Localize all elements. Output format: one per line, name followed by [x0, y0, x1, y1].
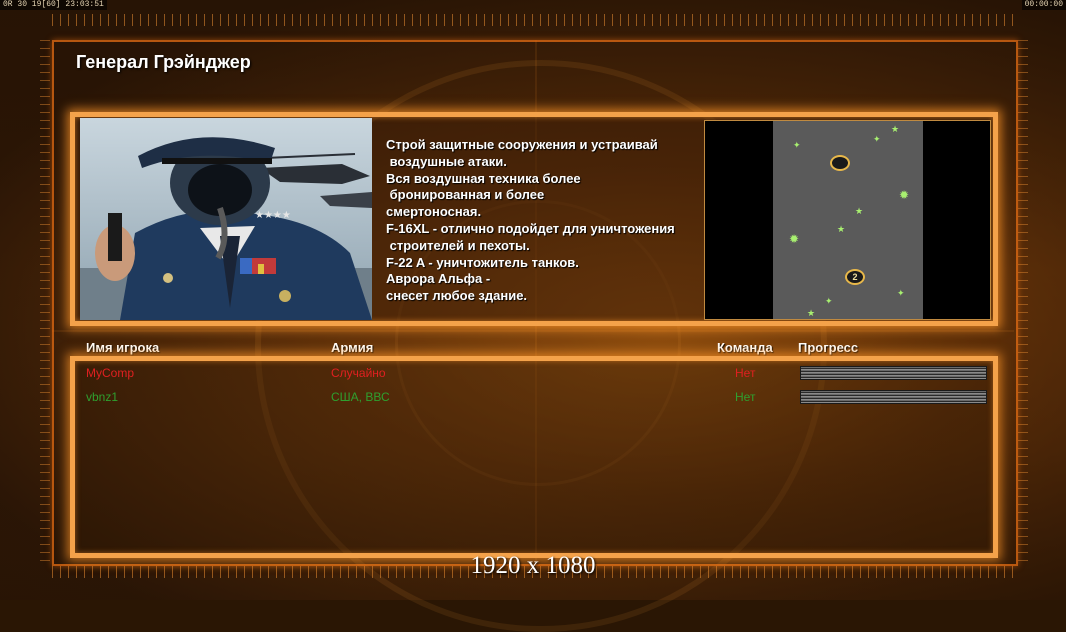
player-name: MyComp — [86, 366, 135, 380]
svg-text:★★★★: ★★★★ — [255, 210, 291, 221]
header-progress: Прогресс — [798, 340, 859, 355]
supply-marker: ✦ — [873, 134, 881, 144]
frame-ruler-right — [1018, 40, 1028, 562]
header-team: Команда — [717, 340, 773, 355]
description-line: снесет любое здание. — [386, 288, 528, 304]
supply-marker: ✹ — [899, 188, 910, 202]
supply-marker: ★ — [891, 124, 900, 134]
frame-ruler-left — [40, 40, 50, 562]
description-line: Аврора Альфа - — [386, 271, 491, 287]
player-progress-bar — [800, 390, 987, 404]
frame-ruler-top — [52, 14, 1014, 26]
supply-marker: ✦ — [825, 296, 833, 306]
map-preview-field: ✦ ★ ✦ ✹ ★ ★ ✹ 2 ✦ ✦ ★ — [773, 121, 923, 319]
status-bar-left: 0R 30 19[60] 23:03:51 — [0, 0, 107, 10]
description-line: F-22 A - уничтожитель танков. — [386, 254, 579, 270]
start-position-marker[interactable] — [830, 155, 850, 171]
map-preview[interactable]: ✦ ★ ✦ ✹ ★ ★ ✹ 2 ✦ ✦ ★ — [704, 120, 991, 320]
resolution-label: 1920 x 1080 — [470, 552, 596, 579]
player-army: Случайно — [331, 366, 386, 380]
start-position-marker[interactable]: 2 — [845, 269, 865, 285]
supply-marker: ✦ — [897, 288, 905, 298]
general-portrait: ★★★★ — [80, 118, 372, 320]
player-team: Нет — [735, 390, 756, 404]
supply-marker: ✦ — [793, 140, 801, 150]
general-description: Строй защитные сооружения и устраивай во… — [386, 137, 698, 305]
players-panel — [70, 356, 998, 558]
supply-marker: ★ — [807, 308, 816, 318]
header-army: Армия — [331, 340, 374, 355]
description-line: Строй защитные сооружения и устраивай — [386, 137, 658, 152]
description-line: воздушные атаки. — [386, 153, 507, 169]
status-bar-clock: 00:00:00 — [1021, 0, 1066, 10]
player-progress-bar — [800, 366, 987, 380]
player-army: США, ВВС — [331, 390, 390, 404]
supply-marker: ★ — [855, 206, 864, 216]
description-line: бронированная и более — [386, 187, 545, 203]
description-line: строителей и пехоты. — [386, 237, 530, 253]
player-name: vbnz1 — [86, 390, 119, 404]
description-line: Вся воздушная техника более — [386, 170, 581, 186]
header-player-name: Имя игрока — [86, 340, 160, 355]
supply-marker: ★ — [837, 224, 846, 234]
description-line: F-16XL - отлично подойдет для уничтожени… — [386, 220, 675, 236]
description-line: смертоносная. — [386, 204, 482, 220]
general-title: Генерал Грэйнджер — [76, 52, 251, 72]
supply-marker: ✹ — [789, 232, 800, 246]
player-team: Нет — [735, 366, 756, 380]
